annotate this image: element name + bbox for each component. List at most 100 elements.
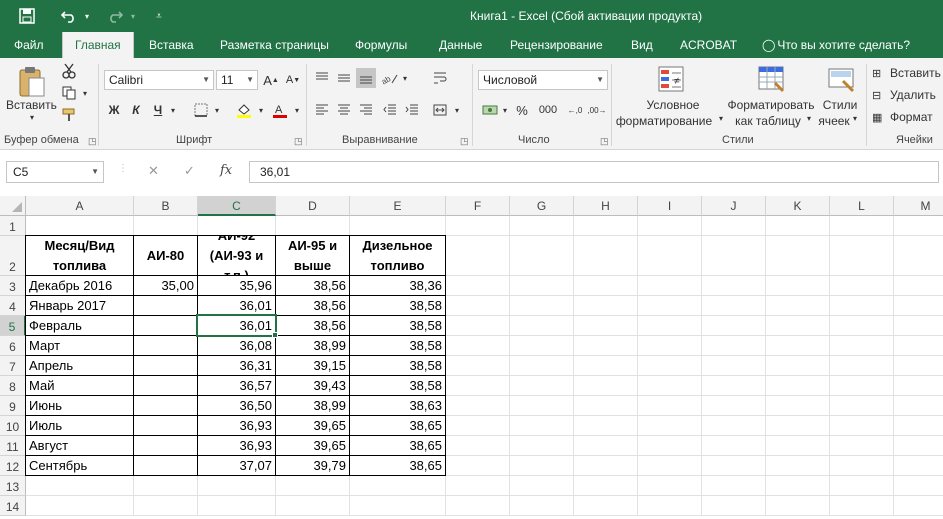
customize-icon[interactable]: ⩡: [152, 6, 166, 26]
table-header-cell[interactable]: Дизельное топливо: [349, 235, 446, 276]
increase-decimal-icon[interactable]: ←,0: [566, 100, 584, 120]
price-cell[interactable]: 39,79: [275, 455, 350, 476]
font-name-dropdown-icon[interactable]: ▼: [202, 71, 210, 89]
price-cell[interactable]: [133, 395, 198, 416]
table-header-cell[interactable]: Месяц/Вид топлива: [25, 235, 134, 276]
column-header-b[interactable]: B: [134, 196, 198, 216]
borders-icon[interactable]: [192, 100, 210, 120]
row-header-8[interactable]: 8: [0, 376, 26, 396]
month-cell[interactable]: Август: [25, 435, 134, 456]
increase-indent-icon[interactable]: [402, 100, 422, 120]
tab-page-layout[interactable]: Разметка страницы: [220, 32, 329, 58]
row-header-14[interactable]: 14: [0, 496, 26, 516]
price-cell[interactable]: 39,43: [275, 375, 350, 396]
alignment-launcher-icon[interactable]: ◳: [460, 136, 469, 147]
price-cell[interactable]: 38,58: [349, 335, 446, 356]
currency-dropdown-icon[interactable]: ▾: [500, 100, 510, 120]
conditional-formatting-dropdown-icon[interactable]: ▾: [716, 114, 726, 123]
paste-label[interactable]: Вставить: [6, 98, 57, 112]
paste-icon[interactable]: [14, 64, 50, 100]
orientation-dropdown-icon[interactable]: ▾: [400, 68, 410, 88]
price-cell[interactable]: [133, 335, 198, 356]
underline-button[interactable]: Ч: [150, 100, 166, 120]
align-right-icon[interactable]: [356, 100, 376, 120]
table-header-cell[interactable]: АИ-80: [133, 235, 198, 276]
copy-icon[interactable]: [60, 84, 78, 102]
number-launcher-icon[interactable]: ◳: [600, 136, 609, 147]
row-header-6[interactable]: 6: [0, 336, 26, 356]
insert-cells-button[interactable]: ⊞ Вставить: [872, 64, 943, 82]
month-cell[interactable]: Сентябрь: [25, 455, 134, 476]
tell-me-search[interactable]: ◯ Что вы хотите сделать?: [762, 32, 910, 58]
price-cell[interactable]: 37,07: [197, 455, 276, 476]
align-center-icon[interactable]: [334, 100, 354, 120]
price-cell[interactable]: 35,00: [133, 275, 198, 296]
month-cell[interactable]: Апрель: [25, 355, 134, 376]
merge-center-icon[interactable]: [430, 100, 450, 120]
orientation-icon[interactable]: ab: [380, 68, 400, 88]
font-size-combo[interactable]: 11 ▼: [216, 70, 258, 90]
number-format-dropdown-icon[interactable]: ▼: [596, 71, 604, 89]
cut-icon[interactable]: [60, 62, 78, 80]
cancel-icon[interactable]: ✕: [148, 163, 159, 179]
month-cell[interactable]: Июнь: [25, 395, 134, 416]
format-as-table-dropdown-icon[interactable]: ▾: [804, 114, 814, 123]
name-box-dropdown-icon[interactable]: ▼: [91, 162, 99, 182]
conditional-formatting-icon[interactable]: ≠: [656, 64, 686, 94]
font-color-icon[interactable]: A: [270, 100, 290, 120]
price-cell[interactable]: 39,65: [275, 435, 350, 456]
price-cell[interactable]: 35,96: [197, 275, 276, 296]
clipboard-launcher-icon[interactable]: ◳: [88, 136, 97, 147]
price-cell[interactable]: 38,63: [349, 395, 446, 416]
tab-acrobat[interactable]: ACROBAT: [680, 32, 737, 58]
price-cell[interactable]: 36,08: [197, 335, 276, 356]
conditional-formatting-label-1[interactable]: Условное: [618, 98, 728, 112]
month-cell[interactable]: Май: [25, 375, 134, 396]
row-header-4[interactable]: 4: [0, 296, 26, 316]
price-cell[interactable]: [133, 455, 198, 476]
month-cell[interactable]: Декабрь 2016: [25, 275, 134, 296]
decrease-indent-icon[interactable]: [380, 100, 400, 120]
insert-function-icon[interactable]: fx: [220, 163, 232, 178]
row-header-7[interactable]: 7: [0, 356, 26, 376]
price-cell[interactable]: 38,65: [349, 435, 446, 456]
conditional-formatting-label-2[interactable]: форматирование: [612, 114, 716, 128]
number-format-combo[interactable]: Числовой ▼: [478, 70, 608, 90]
redo-icon[interactable]: [104, 6, 126, 26]
tab-file[interactable]: Файл: [14, 32, 44, 58]
tab-review[interactable]: Рецензирование: [510, 32, 603, 58]
price-cell[interactable]: [133, 315, 198, 336]
fill-color-icon[interactable]: [234, 100, 254, 120]
price-cell[interactable]: [133, 375, 198, 396]
tab-data[interactable]: Данные: [439, 32, 482, 58]
format-painter-icon[interactable]: [60, 106, 78, 124]
undo-dropdown-icon[interactable]: ▾: [82, 6, 92, 26]
price-cell[interactable]: 36,57: [197, 375, 276, 396]
column-header-i[interactable]: I: [638, 196, 702, 216]
column-header-c[interactable]: C: [198, 196, 276, 216]
column-header-k[interactable]: K: [766, 196, 830, 216]
italic-button[interactable]: К: [128, 100, 144, 120]
row-header-13[interactable]: 13: [0, 476, 26, 496]
worksheet-grid[interactable]: ABCDEFGHIJKLM 1 2 3 4 5 6 7 8 9 10 11 12 13 14 Месяц/…: [0, 194, 943, 519]
align-bottom-icon[interactable]: [356, 68, 376, 88]
row-header-9[interactable]: 9: [0, 396, 26, 416]
paste-dropdown-icon[interactable]: ▾: [22, 113, 42, 122]
column-header-e[interactable]: E: [350, 196, 446, 216]
format-as-table-label-1[interactable]: Форматировать: [724, 98, 818, 112]
row-header-1[interactable]: 1: [0, 216, 26, 236]
price-cell[interactable]: 38,58: [349, 315, 446, 336]
column-header-g[interactable]: G: [510, 196, 574, 216]
name-box[interactable]: C5 ▼: [6, 161, 104, 183]
merge-dropdown-icon[interactable]: ▾: [452, 100, 462, 120]
row-header-2[interactable]: 2: [0, 236, 26, 276]
tab-home[interactable]: Главная: [62, 32, 134, 58]
table-header-cell[interactable]: АИ-95 и выше: [275, 235, 350, 276]
column-header-a[interactable]: A: [26, 196, 134, 216]
column-header-f[interactable]: F: [446, 196, 510, 216]
price-cell[interactable]: [133, 355, 198, 376]
bold-button[interactable]: Ж: [106, 100, 122, 120]
price-cell[interactable]: [133, 295, 198, 316]
delete-cells-button[interactable]: ⊟ Удалить: [872, 86, 943, 104]
currency-icon[interactable]: [480, 100, 500, 120]
